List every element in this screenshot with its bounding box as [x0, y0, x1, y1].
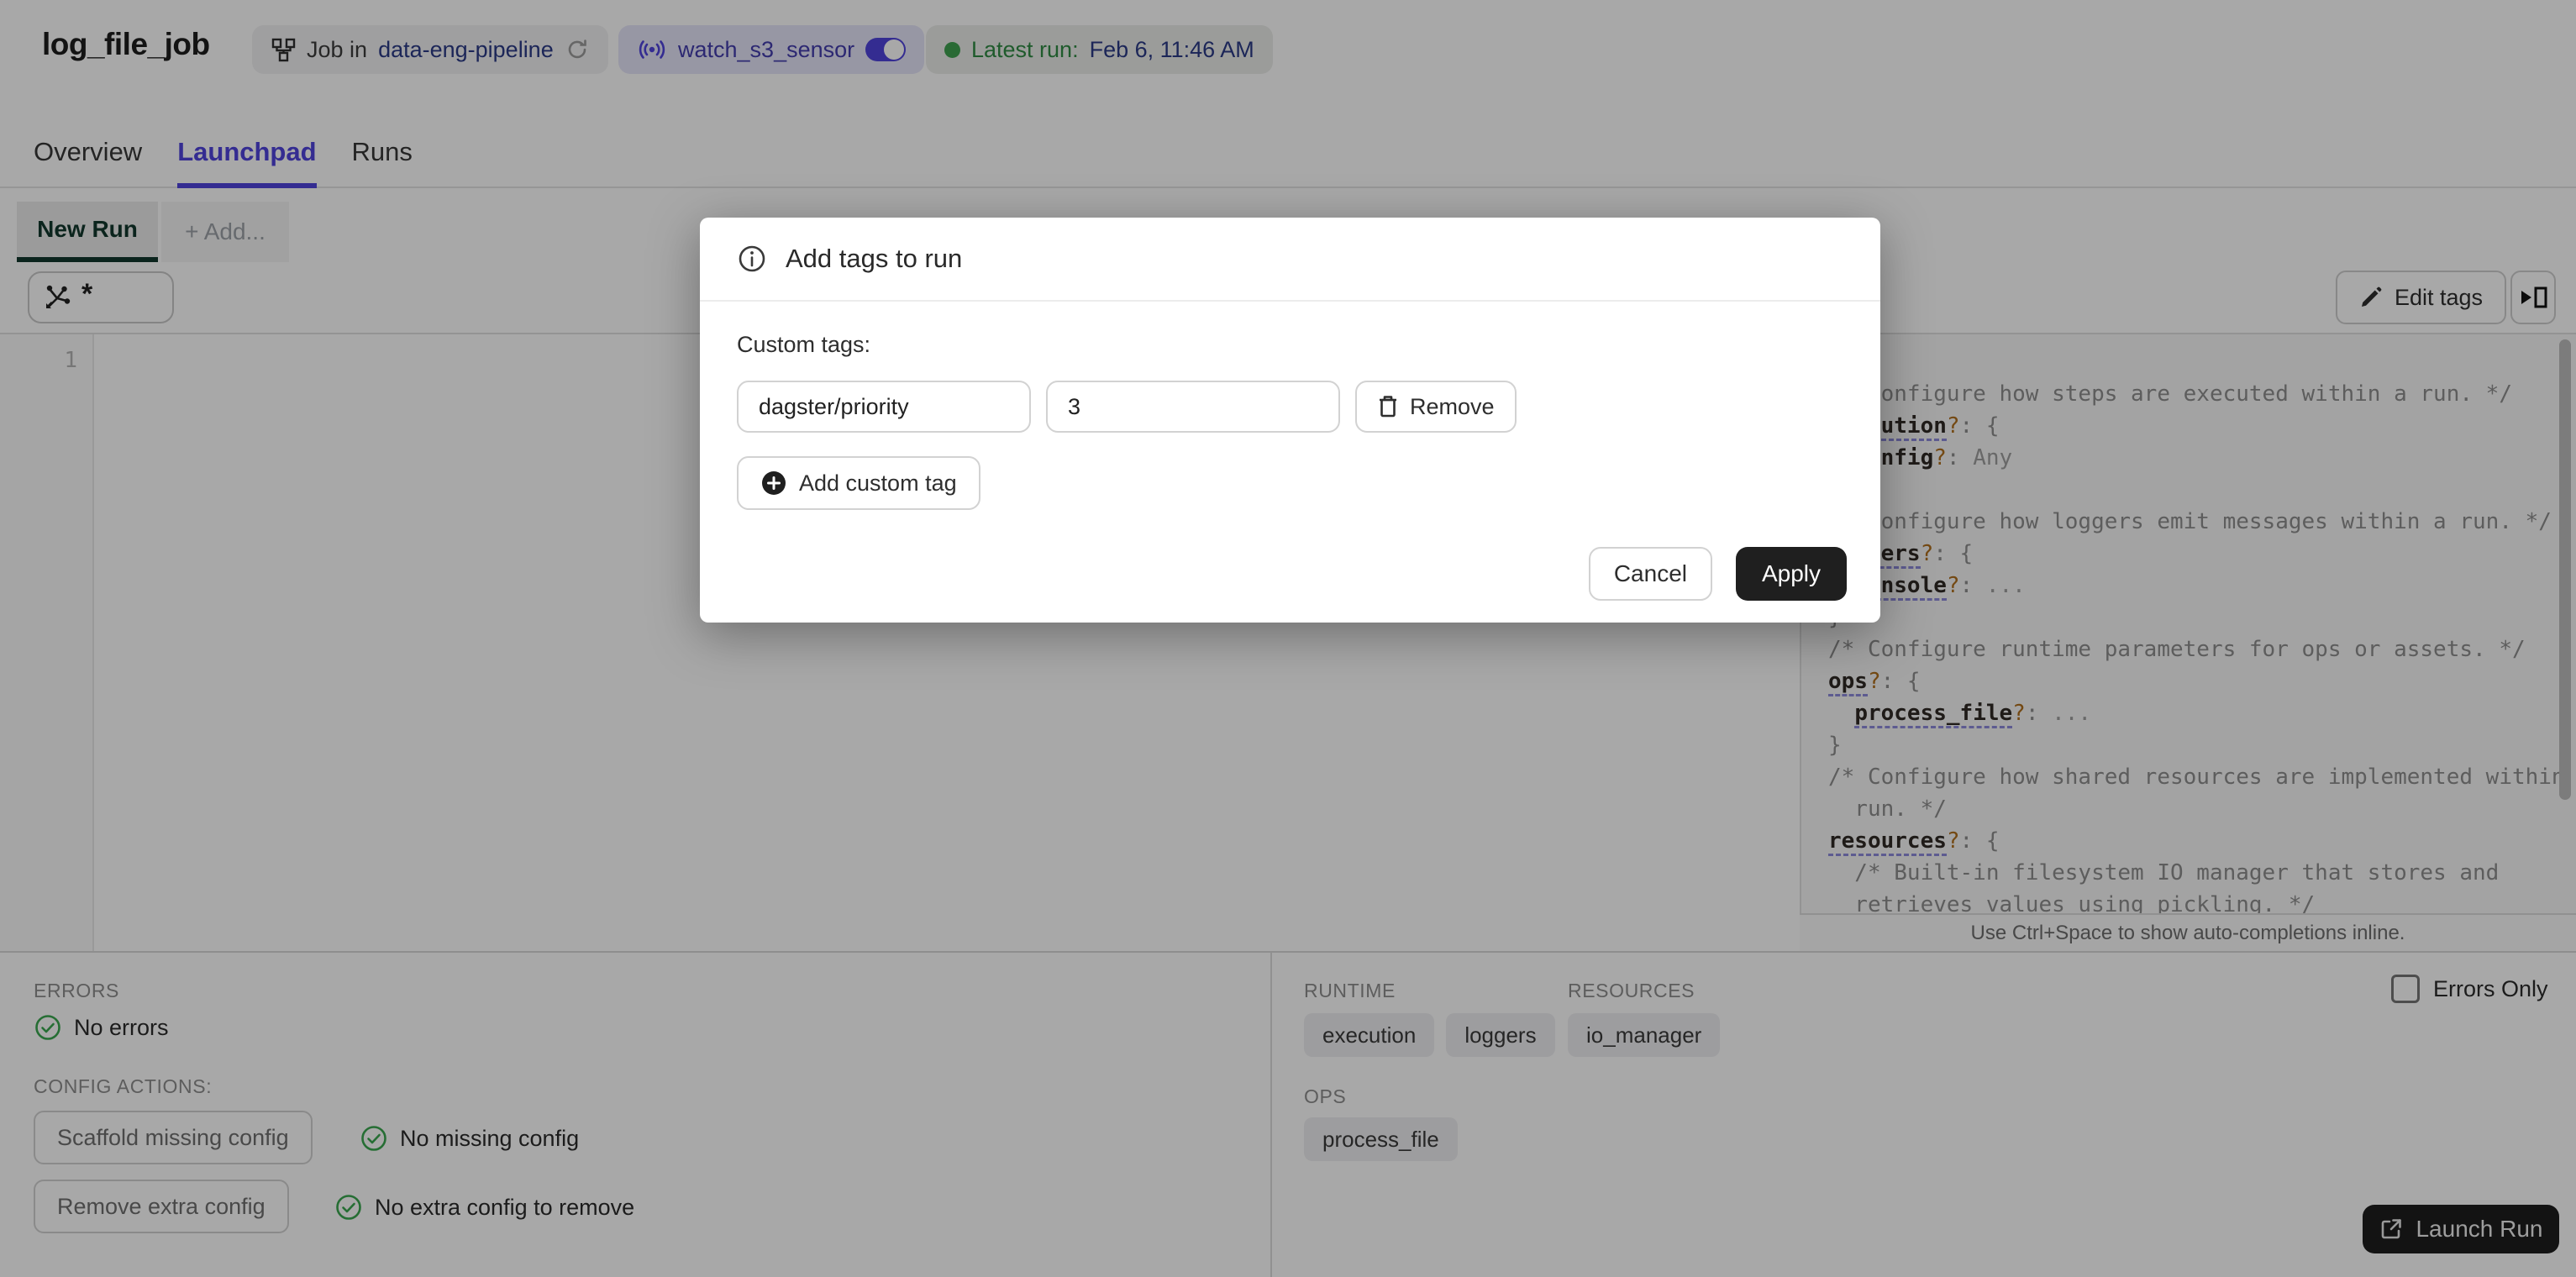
trash-icon [1377, 394, 1399, 419]
tag-value-input[interactable] [1046, 381, 1340, 433]
modal-overlay[interactable] [0, 0, 2576, 1277]
modal-header: Add tags to run [700, 218, 1880, 302]
custom-tag-row: Remove [737, 381, 1517, 433]
dagster-launchpad-page: { "header": { "title": "log_file_job", "… [0, 0, 2576, 1277]
cancel-button[interactable]: Cancel [1588, 547, 1712, 601]
add-tags-modal: Add tags to run Custom tags: Remove Add … [700, 218, 1880, 623]
add-custom-tag-button[interactable]: Add custom tag [737, 456, 980, 510]
info-icon [737, 244, 767, 274]
custom-tags-label: Custom tags: [737, 332, 871, 357]
remove-tag-label: Remove [1410, 393, 1495, 419]
modal-footer: Cancel Apply [1588, 547, 1847, 601]
modal-title: Add tags to run [786, 244, 963, 273]
tag-key-input[interactable] [737, 381, 1031, 433]
remove-tag-button[interactable]: Remove [1355, 381, 1517, 433]
plus-circle-icon [760, 470, 787, 497]
apply-button[interactable]: Apply [1736, 547, 1847, 601]
add-custom-tag-label: Add custom tag [799, 470, 957, 496]
